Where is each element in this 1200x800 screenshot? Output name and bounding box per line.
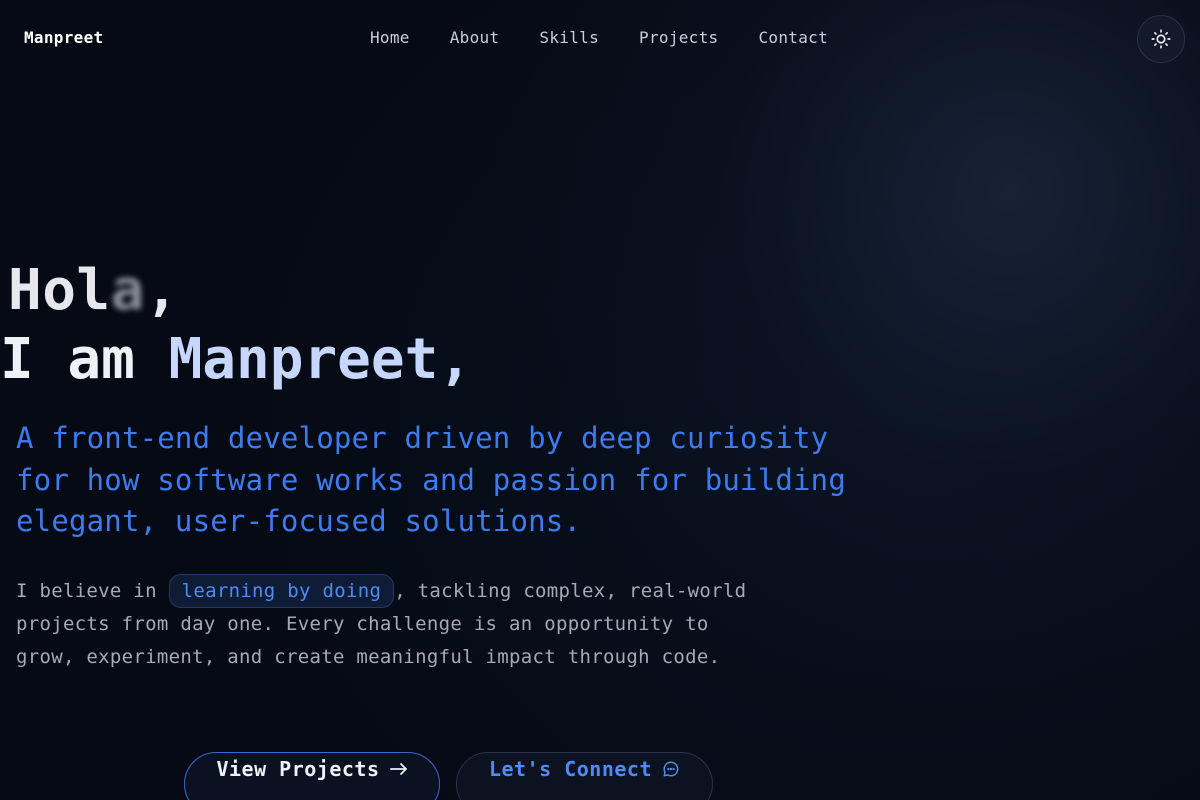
sun-icon [1151,29,1171,49]
hero-greeting: Hola, [8,258,179,324]
highlight-pill: learning by doing [168,574,395,608]
greeting-comma: , [144,258,180,323]
main-nav: Home About Skills Projects Contact [370,28,828,47]
nav-item-about[interactable]: About [450,28,500,47]
desc-before: I believe in [16,580,157,602]
nav-item-contact[interactable]: Contact [758,28,828,47]
hero-tagline: A front-end developer driven by deep cur… [16,421,846,538]
greeting-typing-letter: a [110,258,145,323]
intro-name: Manpreet, [168,327,473,392]
lets-connect-button[interactable]: Let's Connect [456,752,713,800]
nav-item-home[interactable]: Home [370,28,410,47]
theme-toggle-button[interactable] [1137,15,1185,63]
greeting-text: Hol [8,258,111,323]
view-projects-label: View Projects [216,757,380,781]
hero-description: I believe in learning by doing, tackling… [16,574,776,673]
chat-bubble-icon [663,761,679,777]
background-glow [0,0,1200,800]
brand-logo[interactable]: Manpreet [24,28,103,47]
arrow-right-icon [389,763,407,775]
lets-connect-label: Let's Connect [488,757,653,781]
nav-item-skills[interactable]: Skills [539,28,599,47]
hero-intro: I am Manpreet, [0,326,472,394]
intro-prefix: I am [0,327,169,392]
nav-item-projects[interactable]: Projects [639,28,718,47]
view-projects-button[interactable]: View Projects [184,752,440,800]
